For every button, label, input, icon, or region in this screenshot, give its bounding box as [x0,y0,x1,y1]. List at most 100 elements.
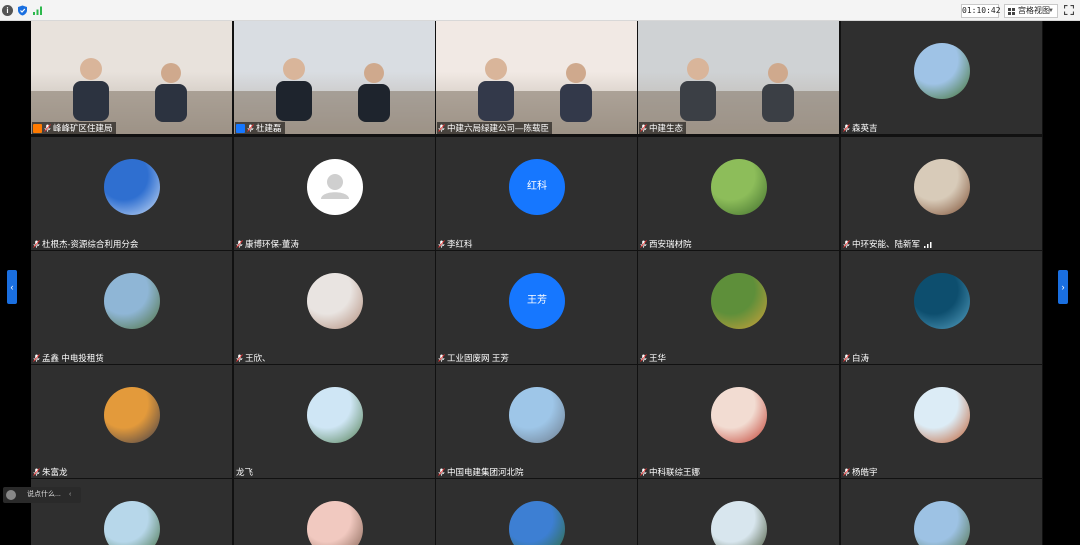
participant-avatar [307,273,363,329]
participant-label: 森英吉 [842,122,881,134]
chat-placeholder[interactable]: 说点什么... [27,487,61,503]
participant-tile[interactable]: 中科联综王娜 [638,365,839,478]
participant-avatar [914,273,970,329]
mic-muted-icon [438,124,445,132]
participant-avatar: 红科 [509,159,565,215]
host-icon [33,123,42,133]
mic-muted-icon [640,240,647,248]
mic-muted-icon [236,354,243,362]
participant-video [234,21,435,134]
mic-muted-icon [438,468,445,476]
participant-name: 白涛 [852,353,870,363]
mic-muted-icon [33,354,40,362]
info-icon[interactable]: i [2,5,13,16]
participant-name: 康博环保-董涛 [245,239,299,249]
participant-tile[interactable] [234,479,435,545]
participant-tile[interactable] [841,479,1042,545]
participant-tile[interactable]: 康博环保-董涛 [234,137,435,250]
mic-muted-icon [640,468,647,476]
participant-tile[interactable]: 杨皓宇 [841,365,1042,478]
participant-name: 朱富龙 [42,467,68,477]
participant-tile[interactable]: 中国电建集团河北院 [436,365,637,478]
participant-tile[interactable] [638,479,839,545]
participant-avatar: 王芳 [509,273,565,329]
participant-label: 李红科 [437,238,476,250]
participant-avatar [711,159,767,215]
participant-avatar [914,387,970,443]
participant-avatar [711,501,767,545]
video-grid: 峰峰矿区住建局 杜建磊 中建六局绿建公司—陈载臣 中建生态 森英吉杜根杰-资源综合… [31,21,1043,545]
participant-video [436,21,637,134]
participant-tile[interactable]: 王华 [638,251,839,364]
fullscreen-icon[interactable] [1064,5,1074,15]
participant-label: 孟鑫 中电投租赁 [32,352,107,364]
mic-muted-icon [44,124,51,132]
mic-muted-icon [640,354,647,362]
participant-name: 杜建磊 [256,123,282,133]
participant-label: 白涛 [842,352,872,364]
participant-label: 王欣、 [235,352,274,364]
mic-muted-icon [843,468,850,476]
next-page-button[interactable]: › [1058,270,1068,304]
mic-muted-icon [640,124,647,132]
participant-name: 龙飞 [236,467,254,477]
participant-tile[interactable]: 中建六局绿建公司—陈载臣 [436,21,637,134]
participant-name: 李红科 [447,239,473,249]
mic-muted-icon [236,240,243,248]
participant-avatar [104,387,160,443]
cohost-icon [236,123,245,133]
participant-tile[interactable]: 中建生态 [638,21,839,134]
participant-name: 杨皓宇 [852,467,878,477]
participant-tile[interactable]: 杜建磊 [234,21,435,134]
mic-muted-icon [438,354,445,362]
participant-tile[interactable]: 中环安能、陆新军 [841,137,1042,250]
participant-label: 杜根杰-资源综合利用分会 [32,238,141,250]
participant-tile[interactable]: 杜根杰-资源综合利用分会 [31,137,232,250]
participant-name: 王华 [649,353,667,363]
view-switch-label: 宫格视图 [1018,6,1050,15]
participant-name: 峰峰矿区住建局 [53,123,113,133]
participant-avatar [914,159,970,215]
participant-video [31,21,232,134]
participant-avatar [711,273,767,329]
participant-video [638,21,839,134]
mic-muted-icon [33,468,40,476]
chat-icon [6,490,16,500]
view-switch-dropdown[interactable]: 宫格视图 ▼ [1004,4,1058,18]
participant-tile[interactable] [436,479,637,545]
participant-label: 康博环保-董涛 [235,238,302,250]
participant-tile[interactable]: 白涛 [841,251,1042,364]
participant-avatar [914,43,970,99]
participant-name: 中国电建集团河北院 [447,467,524,477]
participant-label: 中科联综王娜 [639,466,703,478]
participant-tile[interactable]: 森英吉 [841,21,1042,134]
participant-tile[interactable]: 红科李红科 [436,137,637,250]
participant-label: 朱富龙 [32,466,71,478]
participant-tile[interactable]: 王欣、 [234,251,435,364]
participant-tile[interactable]: 朱富龙 [31,365,232,478]
participant-avatar [509,501,565,545]
meeting-timer: 01:10:42 [961,4,1001,18]
chat-input-widget[interactable]: 说点什么... ‹ [3,487,81,503]
participant-label: 工业固废网 王芳 [437,352,512,364]
chevron-left-icon[interactable]: ‹ [69,487,71,503]
shield-icon[interactable] [17,5,28,16]
participant-tile[interactable]: 龙飞 [234,365,435,478]
participant-name: 中科联综王娜 [649,467,701,477]
participant-tile[interactable]: 王芳工业固废网 王芳 [436,251,637,364]
participant-avatar [104,501,160,545]
signal-icon [33,6,42,15]
participant-label: 杨皓宇 [842,466,881,478]
mic-muted-icon [843,354,850,362]
participant-name: 王欣、 [245,353,271,363]
participant-avatar [104,159,160,215]
participant-tile[interactable]: 西安瑞材院 [638,137,839,250]
participant-tile[interactable]: 孟鑫 中电投租赁 [31,251,232,364]
participant-tile[interactable]: 峰峰矿区住建局 [31,21,232,134]
participant-label: 中建生态 [639,122,687,134]
participant-label: 中环安能、陆新军 [842,238,935,250]
participant-name: 杜根杰-资源综合利用分会 [42,239,139,249]
chevron-right-icon: › [1061,282,1065,292]
mic-muted-icon [33,240,40,248]
prev-page-button[interactable]: ‹ [7,270,17,304]
